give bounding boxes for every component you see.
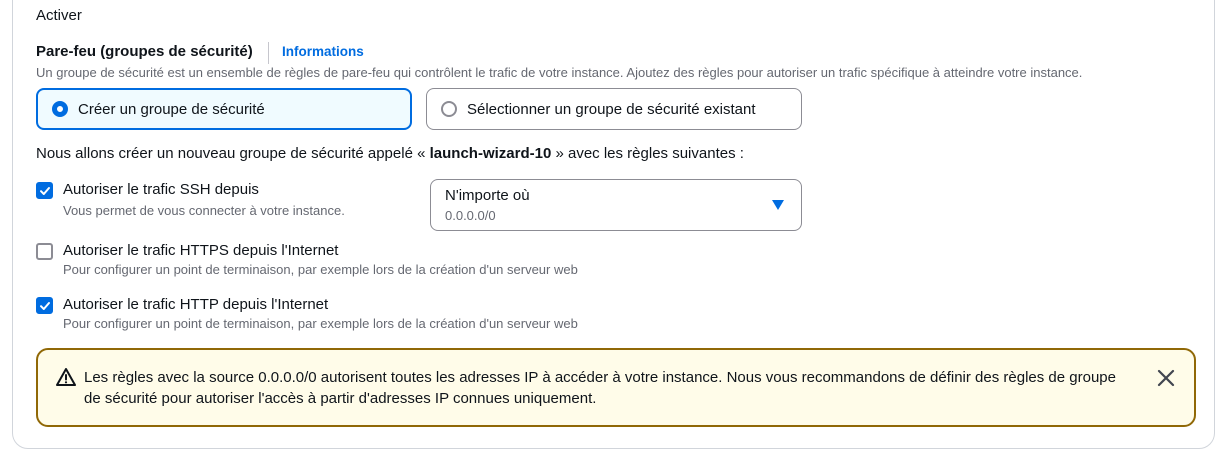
radio-unselected[interactable] xyxy=(441,101,457,117)
activation-label: Activer xyxy=(36,7,82,24)
ssh-rule-label: Autoriser le trafic SSH depuis xyxy=(63,181,259,198)
firewall-description: Un groupe de sécurité est un ensemble de… xyxy=(36,65,1083,80)
http-checkbox[interactable] xyxy=(36,297,53,314)
title-divider xyxy=(268,42,269,64)
http-rule-label: Autoriser le trafic HTTP depuis l'Intern… xyxy=(63,296,329,313)
ssh-source-cidr: 0.0.0.0/0 xyxy=(445,208,496,223)
caret-down-icon xyxy=(772,200,784,210)
firewall-section-title: Pare-feu (groupes de sécurité) xyxy=(36,43,253,60)
intro-suffix: » avec les règles suivantes : xyxy=(551,145,744,162)
new-group-intro: Nous allons créer un nouveau groupe de s… xyxy=(36,145,744,162)
checkmark-icon xyxy=(39,301,50,310)
security-group-name: launch-wizard-10 xyxy=(429,145,552,162)
ssh-rule-description: Vous permet de vous connecter à votre in… xyxy=(63,203,345,218)
http-rule-description: Pour configurer un point de terminaison,… xyxy=(63,316,578,331)
create-security-group-label: Créer un groupe de sécurité xyxy=(78,100,265,118)
warning-triangle-icon xyxy=(56,368,76,386)
radio-selected[interactable] xyxy=(52,101,68,117)
ssh-checkbox[interactable] xyxy=(36,182,53,199)
select-existing-group-option[interactable]: Sélectionner un groupe de sécurité exist… xyxy=(426,88,802,130)
intro-prefix: Nous allons créer un nouveau groupe de s… xyxy=(36,145,430,162)
select-existing-group-label: Sélectionner un groupe de sécurité exist… xyxy=(467,100,756,118)
info-link[interactable]: Informations xyxy=(282,44,364,59)
checkmark-icon xyxy=(39,186,50,195)
ssh-source-select[interactable]: N'importe où 0.0.0.0/0 xyxy=(430,179,802,231)
https-checkbox[interactable] xyxy=(36,243,53,260)
warning-text: Les règles avec la source 0.0.0.0/0 auto… xyxy=(84,369,1116,407)
ssh-source-value: N'importe où xyxy=(445,187,530,204)
close-icon[interactable] xyxy=(1156,368,1176,388)
create-security-group-option[interactable]: Créer un groupe de sécurité xyxy=(36,88,412,130)
https-rule-description: Pour configurer un point de terminaison,… xyxy=(63,262,578,277)
https-rule-label: Autoriser le trafic HTTPS depuis l'Inter… xyxy=(63,242,339,259)
warning-alert: Les règles avec la source 0.0.0.0/0 auto… xyxy=(36,348,1196,427)
